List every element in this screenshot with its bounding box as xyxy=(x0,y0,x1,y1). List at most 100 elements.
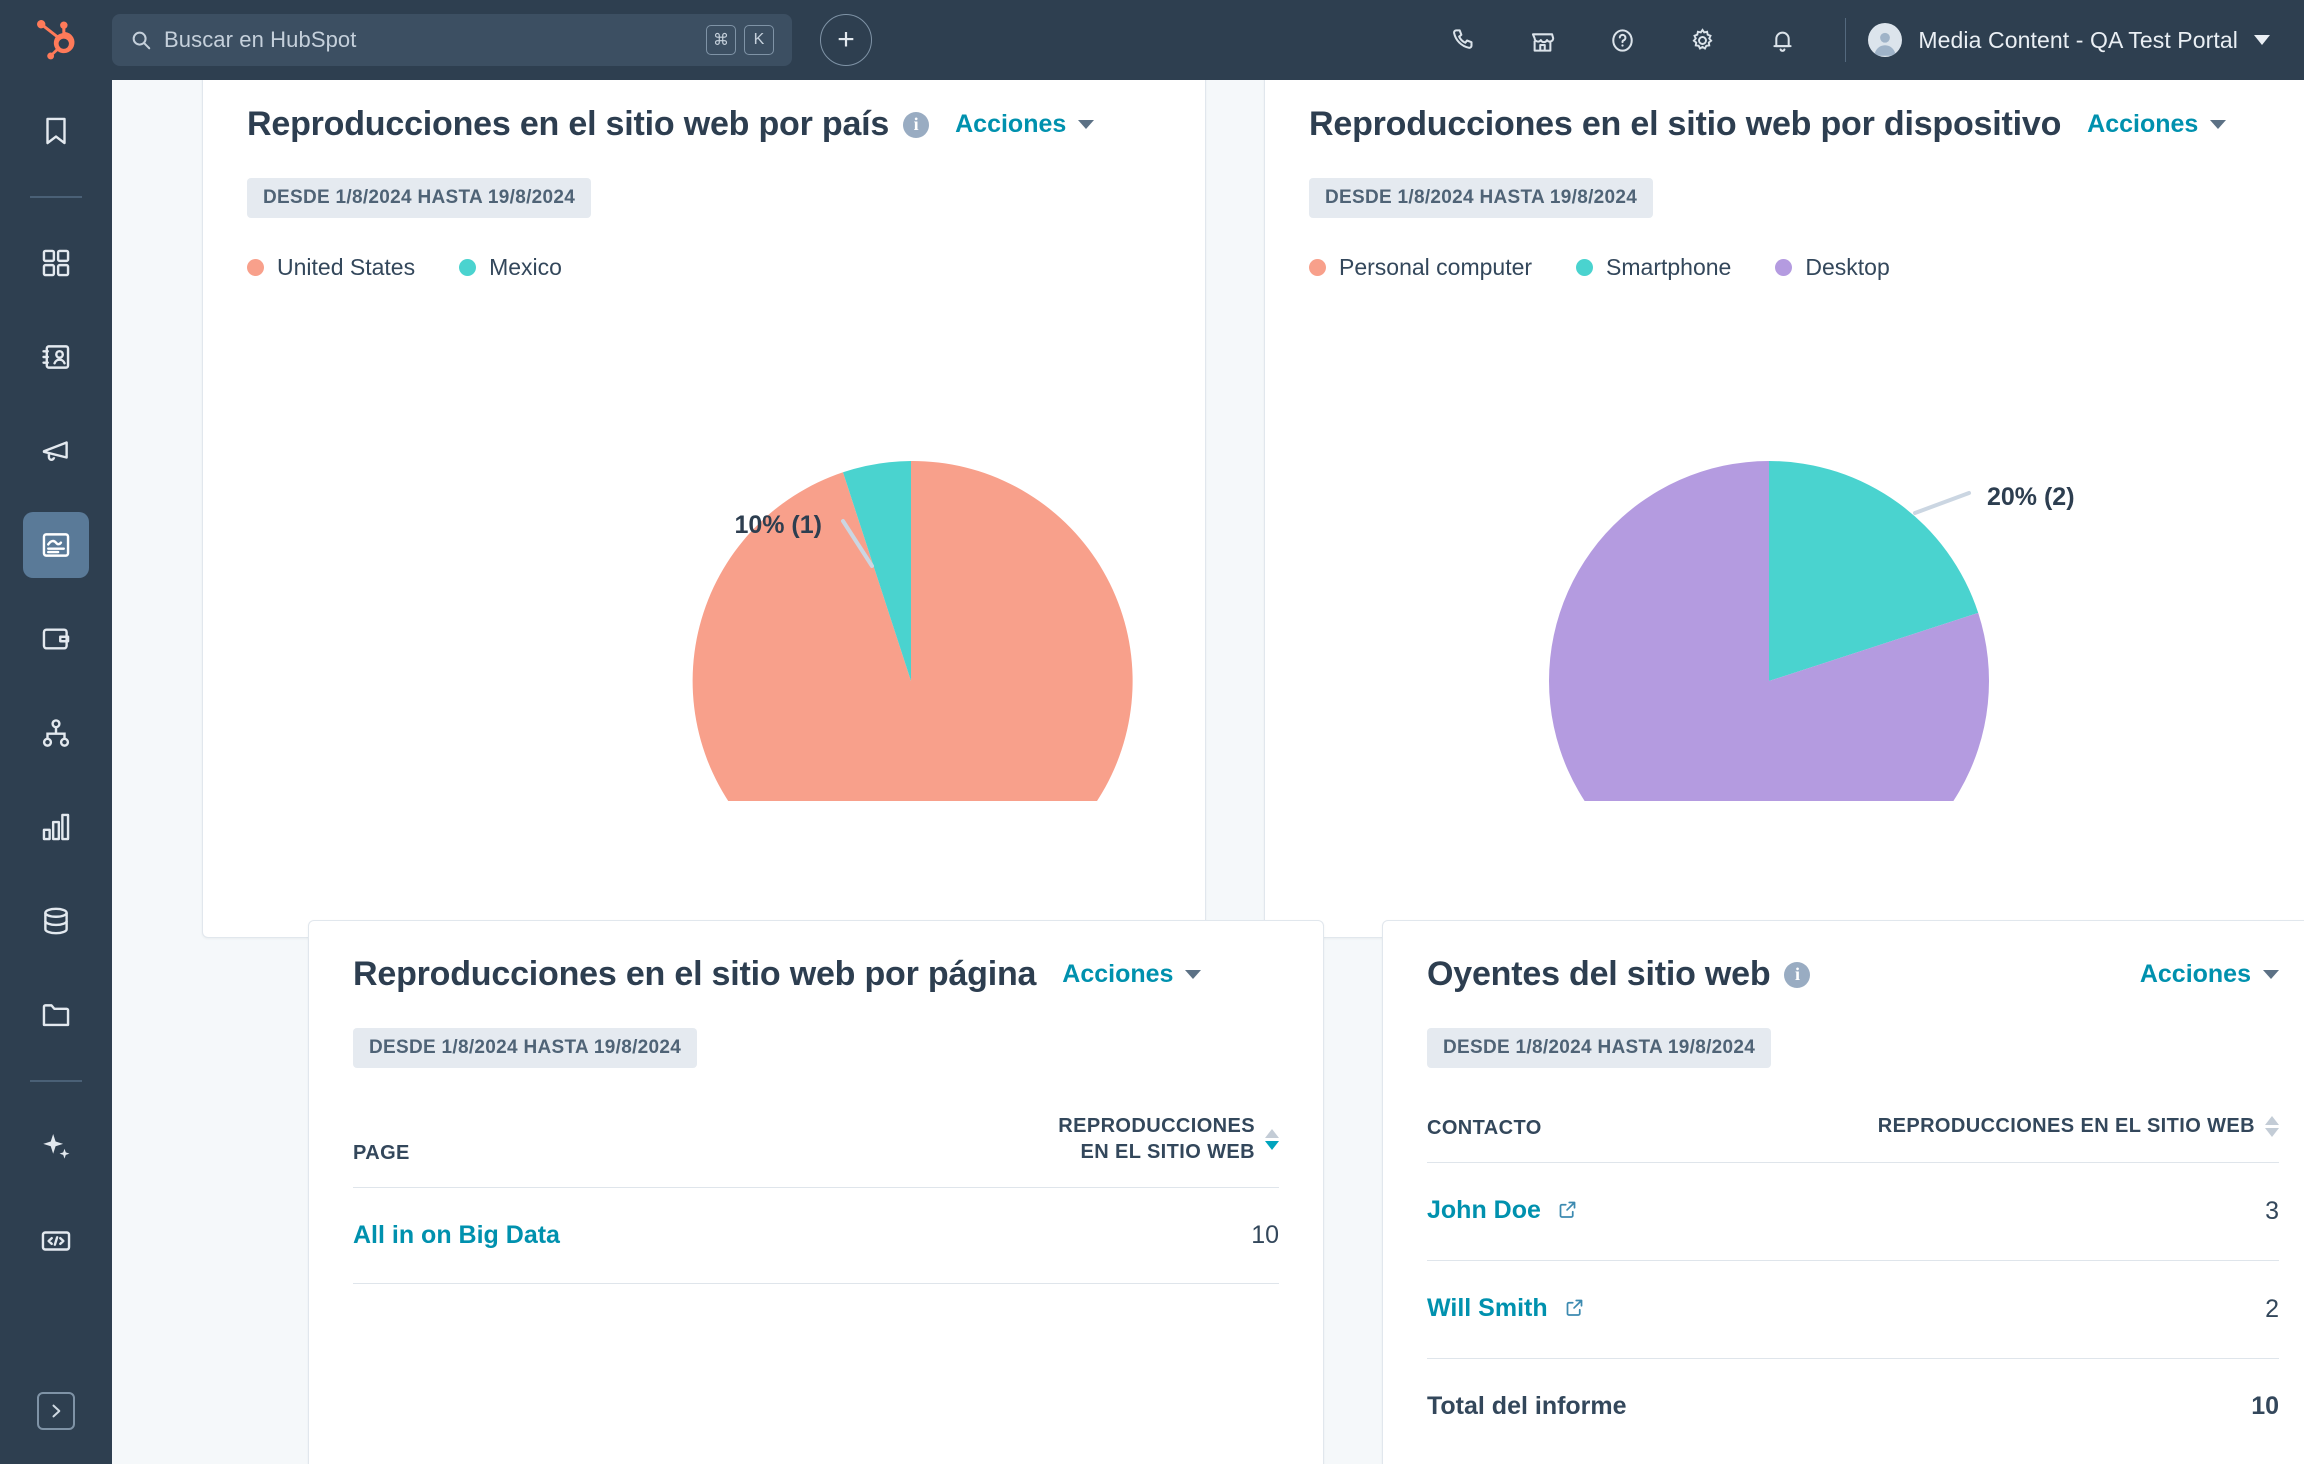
actions-dropdown-country[interactable]: Acciones xyxy=(955,110,1095,139)
total-value: 10 xyxy=(2251,1391,2279,1420)
external-link-icon[interactable] xyxy=(1564,1296,1585,1325)
sidebar-item-content[interactable] xyxy=(23,512,89,578)
sort-ascending-icon xyxy=(2265,1116,2279,1126)
chevron-down-icon xyxy=(2263,970,2279,979)
actions-label: Acciones xyxy=(2139,960,2251,988)
column-header-plays-label: REPRODUCCIONES EN EL SITIO WEB xyxy=(1877,1115,2255,1137)
nav-divider xyxy=(1844,18,1847,62)
date-range-badge: DESDE 1/8/2024 HASTA 19/8/2024 xyxy=(1427,1028,1772,1068)
notifications-bell-icon[interactable] xyxy=(1757,14,1809,66)
top-navigation-bar: Buscar en HubSpot ⌘ K + Media Content - … xyxy=(0,0,2304,80)
table-header-row: CONTACTO REPRODUCCIONES EN EL SITIO WEB xyxy=(1427,1114,2279,1163)
sidebar-item-library[interactable] xyxy=(23,982,89,1048)
sort-descending-icon xyxy=(1265,1141,1279,1151)
legend-label: Desktop xyxy=(1805,254,1890,280)
column-header-plays-line1: REPRODUCCIONES xyxy=(1058,1115,1255,1137)
actions-dropdown-device[interactable]: Acciones xyxy=(2087,110,2227,139)
table-row[interactable]: All in on Big Data 10 xyxy=(353,1187,1279,1285)
column-header-plays[interactable]: REPRODUCCIONES EN EL SITIO WEB xyxy=(801,1114,1279,1189)
table-header-row: PAGE REPRODUCCIONES EN EL SITIO WEB xyxy=(353,1114,1279,1189)
table-row[interactable]: Will Smith 2 xyxy=(1427,1260,2279,1359)
legend-label: Personal computer xyxy=(1339,254,1533,280)
info-icon[interactable]: i xyxy=(1784,961,1811,988)
search-icon xyxy=(130,29,152,51)
actions-label: Acciones xyxy=(955,110,1067,138)
chart-legend-country: United States Mexico xyxy=(247,254,1161,281)
create-button[interactable]: + xyxy=(820,14,872,66)
chevron-down-icon xyxy=(2254,35,2270,45)
settings-gear-icon[interactable] xyxy=(1677,14,1729,66)
legend-item-united-states[interactable]: United States xyxy=(247,254,415,281)
actions-dropdown-page[interactable]: Acciones xyxy=(1062,960,1202,989)
nav-right-group: Media Content - QA Test Portal xyxy=(1423,14,2304,66)
legend-swatch-icon xyxy=(1775,259,1793,276)
legend-item-smartphone[interactable]: Smartphone xyxy=(1576,254,1731,281)
help-icon[interactable] xyxy=(1597,14,1649,66)
sidebar-item-commerce[interactable] xyxy=(23,606,89,672)
pie-chart-country: 10% (1) 90% (9) xyxy=(247,281,1161,801)
cell-contact-name: John Doe xyxy=(1427,1162,1710,1261)
column-header-page[interactable]: PAGE xyxy=(353,1114,802,1189)
page-link[interactable]: All in on Big Data xyxy=(353,1221,560,1249)
sidebar-item-automation[interactable] xyxy=(23,700,89,766)
card-header: Reproducciones en el sitio web por págin… xyxy=(353,955,1279,994)
card-plays-by-device: Reproducciones en el sitio web por dispo… xyxy=(1264,80,2304,938)
sidebar-item-bookmark[interactable] xyxy=(23,98,89,164)
legend-swatch-icon xyxy=(459,259,477,276)
actions-dropdown-listeners[interactable]: Acciones xyxy=(2140,960,2279,989)
marketplace-icon[interactable] xyxy=(1517,14,1569,66)
legend-item-personal-computer[interactable]: Personal computer xyxy=(1309,254,1532,281)
search-input[interactable]: Buscar en HubSpot ⌘ K xyxy=(112,14,792,66)
table-total-row: Total del informe 10 xyxy=(1427,1358,2279,1454)
legend-label: Smartphone xyxy=(1606,254,1732,280)
cell-page-name: All in on Big Data xyxy=(353,1187,802,1285)
contact-link[interactable]: John Doe xyxy=(1427,1196,1541,1224)
legend-item-mexico[interactable]: Mexico xyxy=(459,254,562,281)
info-icon[interactable]: i xyxy=(903,111,930,138)
external-link-icon[interactable] xyxy=(1557,1198,1578,1227)
card-plays-by-country: Reproducciones en el sitio web por país … xyxy=(202,80,1206,938)
page-title: Oyentes del sitio web xyxy=(1427,955,1771,993)
card-header: Oyentes del sitio web i Acciones xyxy=(1427,955,2279,994)
avatar-icon xyxy=(1868,23,1903,57)
card-plays-by-page: Reproducciones en el sitio web por págin… xyxy=(308,920,1324,1464)
legend-swatch-icon xyxy=(247,259,264,276)
sort-descending-icon xyxy=(2265,1128,2279,1138)
plays-by-page-table: PAGE REPRODUCCIONES EN EL SITIO WEB All … xyxy=(353,1114,1279,1285)
page-title: Reproducciones en el sitio web por dispo… xyxy=(1309,105,2062,143)
column-header-contact[interactable]: CONTACTO xyxy=(1427,1114,1710,1163)
pie-chart-device: 20% (2) 80% (8) xyxy=(1309,281,2279,801)
website-listeners-table: CONTACTO REPRODUCCIONES EN EL SITIO WEB xyxy=(1427,1114,2279,1454)
sidebar-item-reporting[interactable] xyxy=(23,794,89,860)
card-header: Reproducciones en el sitio web por país … xyxy=(247,105,1161,144)
sort-arrows-icon[interactable] xyxy=(2265,1116,2279,1138)
legend-item-desktop[interactable]: Desktop xyxy=(1775,254,1890,281)
pie-label-mexico: 10% (1) xyxy=(734,511,822,539)
total-label: Total del informe xyxy=(1427,1391,1627,1420)
column-header-plays[interactable]: REPRODUCCIONES EN EL SITIO WEB xyxy=(1710,1114,2279,1163)
date-range-badge: DESDE 1/8/2024 HASTA 19/8/2024 xyxy=(1309,178,1654,218)
phone-icon[interactable] xyxy=(1437,14,1489,66)
page-title: Reproducciones en el sitio web por págin… xyxy=(353,955,1037,993)
contact-link[interactable]: Will Smith xyxy=(1427,1294,1548,1322)
left-sidebar xyxy=(0,80,112,1464)
table-row[interactable]: John Doe 3 xyxy=(1427,1162,2279,1261)
legend-label: United States xyxy=(277,254,416,280)
sidebar-item-developer[interactable] xyxy=(23,1208,89,1274)
chevron-down-icon xyxy=(2210,120,2227,129)
page-title: Reproducciones en el sitio web por país xyxy=(247,105,890,143)
sort-ascending-icon xyxy=(1265,1129,1279,1139)
dashboard-canvas: Reproducciones en el sitio web por país … xyxy=(112,80,2304,1464)
sidebar-item-ai[interactable] xyxy=(23,1114,89,1180)
account-menu[interactable]: Media Content - QA Test Portal xyxy=(1868,23,2270,57)
sidebar-item-data-management[interactable] xyxy=(23,888,89,954)
sidebar-expand-button[interactable] xyxy=(37,1392,75,1430)
sidebar-item-apps[interactable] xyxy=(23,230,89,296)
card-header: Reproducciones en el sitio web por dispo… xyxy=(1309,105,2279,144)
cell-contact-name: Will Smith xyxy=(1427,1260,1710,1359)
sidebar-item-contacts[interactable] xyxy=(23,324,89,390)
sidebar-item-marketing[interactable] xyxy=(23,418,89,484)
date-range-badge: DESDE 1/8/2024 HASTA 19/8/2024 xyxy=(353,1028,698,1068)
sort-arrows-icon[interactable] xyxy=(1265,1129,1279,1151)
hubspot-logo-icon[interactable] xyxy=(0,0,112,80)
